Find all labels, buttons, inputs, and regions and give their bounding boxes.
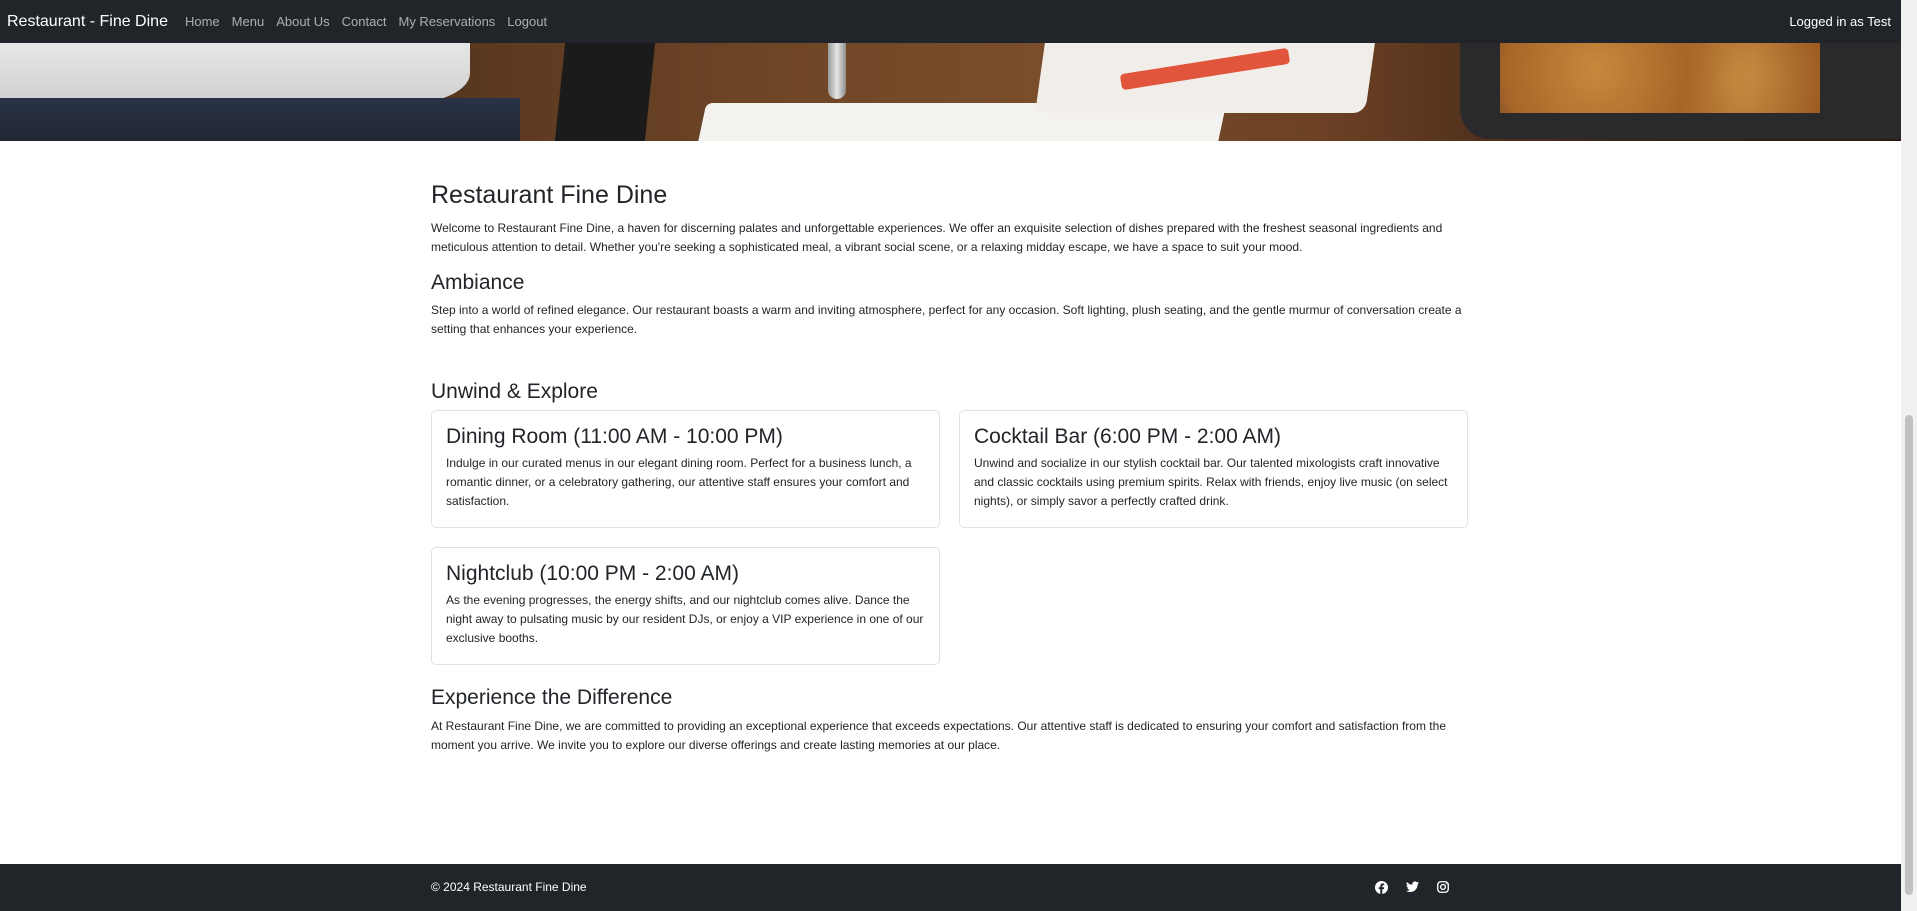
nav-link-about-us[interactable]: About Us [270,14,335,29]
nav-link-home[interactable]: Home [179,14,226,29]
card-text: As the evening progresses, the energy sh… [446,593,924,646]
unwind-heading: Unwind & Explore [431,379,598,403]
card-text: Indulge in our curated menus in our eleg… [446,456,912,509]
intro-paragraph: Welcome to Restaurant Fine Dine, a haven… [431,220,1443,254]
twitter-icon[interactable] [1403,878,1421,896]
footer-copyright: © 2024 Restaurant Fine Dine [431,880,587,894]
nav-link-logout[interactable]: Logout [501,14,553,29]
social-links [1372,878,1452,896]
card-title: Nightclub (10:00 PM - 2:00 AM) [446,562,739,586]
experience-heading: Experience the Difference [431,686,673,710]
nav-links: Home Menu About Us Contact My Reservatio… [179,14,553,29]
footer: © 2024 Restaurant Fine Dine [0,864,1901,911]
card-text: Unwind and socialize in our stylish cock… [974,456,1448,509]
facebook-icon[interactable] [1372,878,1390,896]
card-title: Cocktail Bar (6:00 PM - 2:00 AM) [974,425,1281,449]
experience-paragraph: At Restaurant Fine Dine, we are committe… [431,719,1446,753]
hero-image [0,43,1901,141]
ambiance-heading: Ambiance [431,270,525,294]
page-title: Restaurant Fine Dine [431,181,668,209]
card-cocktail-bar: Cocktail Bar (6:00 PM - 2:00 AM) Unwind … [959,410,1468,529]
logged-in-status: Logged in as Test [1789,14,1891,29]
card-title: Dining Room (11:00 AM - 10:00 PM) [446,425,783,449]
nav-link-my-reservations[interactable]: My Reservations [392,14,501,29]
venue-cards: Dining Room (11:00 AM - 10:00 PM) Indulg… [431,410,1469,666]
main-content: Restaurant Fine Dine Welcome to Restaura… [431,141,1469,755]
card-nightclub: Nightclub (10:00 PM - 2:00 AM) As the ev… [431,547,940,666]
page: Restaurant - Fine Dine Home Menu About U… [0,0,1901,911]
ambiance-paragraph: Step into a world of refined elegance. O… [431,302,1462,336]
card-dining-room: Dining Room (11:00 AM - 10:00 PM) Indulg… [431,410,940,529]
brand-link[interactable]: Restaurant - Fine Dine [7,13,168,31]
nav-link-contact[interactable]: Contact [336,14,393,29]
scrollbar-thumb[interactable] [1905,415,1913,895]
nav-link-menu[interactable]: Menu [226,14,271,29]
navbar: Restaurant - Fine Dine Home Menu About U… [0,0,1901,43]
page-scrollbar[interactable] [1901,0,1917,911]
instagram-icon[interactable] [1434,878,1452,896]
